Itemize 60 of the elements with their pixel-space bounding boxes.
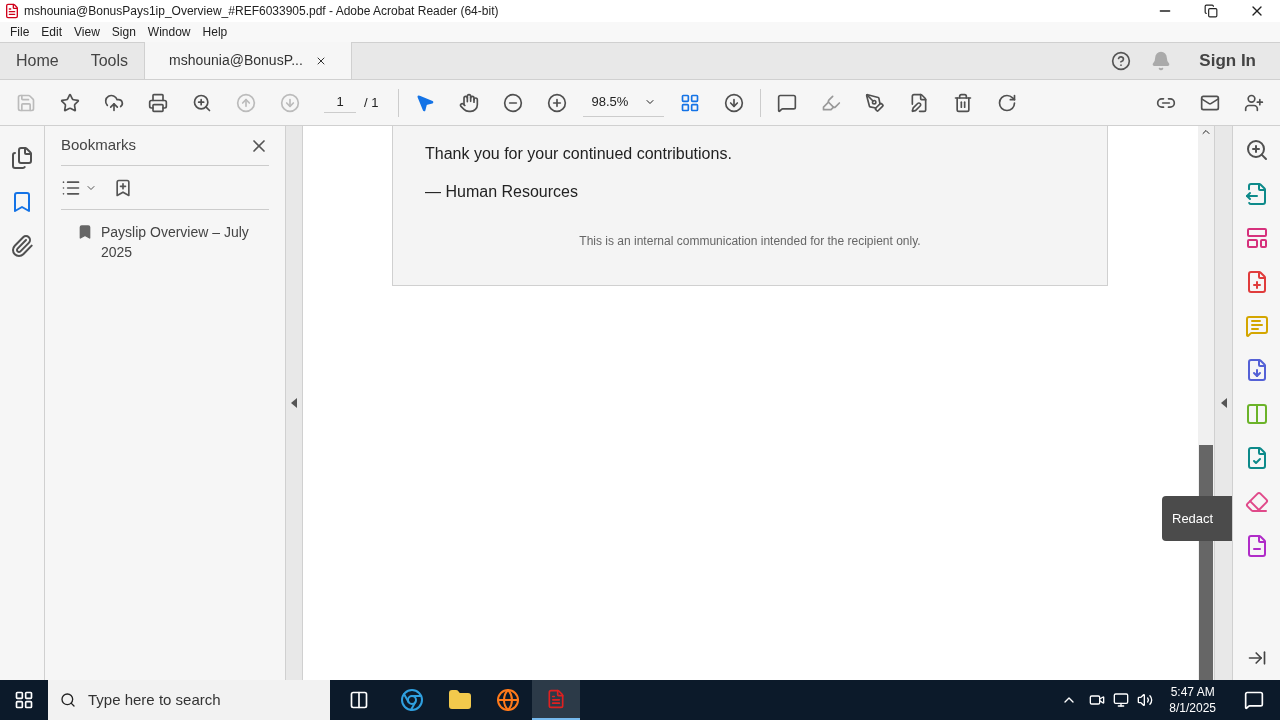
hand-icon[interactable] [459,92,480,113]
collapse-pane-icon[interactable] [1246,648,1267,668]
add-user-icon[interactable] [1244,92,1264,113]
clock[interactable]: 5:47 AM 8/1/2025 [1169,684,1216,716]
window-title: mshounia@BonusPays1ip_Overview_#REF6033905.pdf - Adobe Acrobat Reader (64-bit) [24,3,500,20]
zoom-field[interactable]: 98.5% [583,88,665,117]
trash-icon[interactable] [953,92,974,113]
zoom-out-icon[interactable] [503,92,524,113]
rotate-icon[interactable] [997,92,1018,113]
star-icon[interactable] [60,92,80,113]
collapse-arrow-icon[interactable] [1220,398,1227,408]
restore-icon[interactable] [1204,4,1218,18]
sign-in-button[interactable]: Sign In [1199,47,1256,74]
document-footer: This is an internal communication intended for the recipient only. [425,232,1107,250]
bookmark-icon [77,224,93,240]
notification-icon[interactable] [1244,690,1264,710]
volume-icon[interactable] [1137,692,1154,708]
menu-item[interactable]: View [68,23,106,41]
page-number-field[interactable]: 1 [324,92,356,113]
menu-item[interactable]: Window [141,23,197,41]
folder-icon[interactable] [448,688,472,712]
add-bookmark-icon[interactable] [113,177,133,198]
pdf-app-icon[interactable] [546,689,566,709]
highlighter-icon[interactable] [821,92,842,113]
page-total: / 1 [364,93,379,112]
network-icon[interactable] [1113,692,1130,708]
zoom-search-icon[interactable] [1244,138,1269,162]
menu-item[interactable]: Sign [105,23,142,41]
tab[interactable]: Tools [74,42,145,79]
pen-icon[interactable] [865,92,886,113]
menu-item[interactable]: File [4,23,36,41]
file-edit-icon[interactable] [909,92,930,113]
zoom-in-icon[interactable] [547,92,568,113]
paperclip-icon[interactable] [10,234,34,258]
layout-icon[interactable] [1244,226,1269,250]
collapse-arrow-icon[interactable] [291,398,297,408]
file-arrow-icon[interactable] [1244,182,1269,206]
taskbar-search-field[interactable]: Type here to search [48,680,330,720]
pdf-app-icon [4,3,20,19]
bookmark-item[interactable]: Payslip Overview – July 2025 [101,222,261,262]
start-icon[interactable] [14,690,34,710]
search-icon[interactable] [192,92,212,113]
tooltip: Redact [1162,496,1232,541]
help-icon[interactable] [1111,50,1132,71]
search-icon [60,692,76,708]
browser-icon[interactable] [496,688,520,712]
pages-icon[interactable] [10,146,34,170]
document-text: — Human Resources [425,182,579,202]
comment-icon[interactable] [777,92,798,113]
print-icon[interactable] [148,92,168,113]
task-view-icon[interactable] [349,690,369,710]
camera-icon[interactable] [1089,692,1106,708]
cloud-upload-icon[interactable] [104,92,124,113]
menu-item[interactable]: Edit [35,23,69,41]
panel-title: Bookmarks [61,135,137,156]
tab[interactable]: Home [0,42,75,79]
document-text: Thank you for your continued contributions. [425,144,733,164]
browser-icon[interactable] [400,688,424,712]
tab[interactable]: mshounia@BonusP... [144,42,352,79]
menu-item[interactable]: Help [196,23,234,41]
